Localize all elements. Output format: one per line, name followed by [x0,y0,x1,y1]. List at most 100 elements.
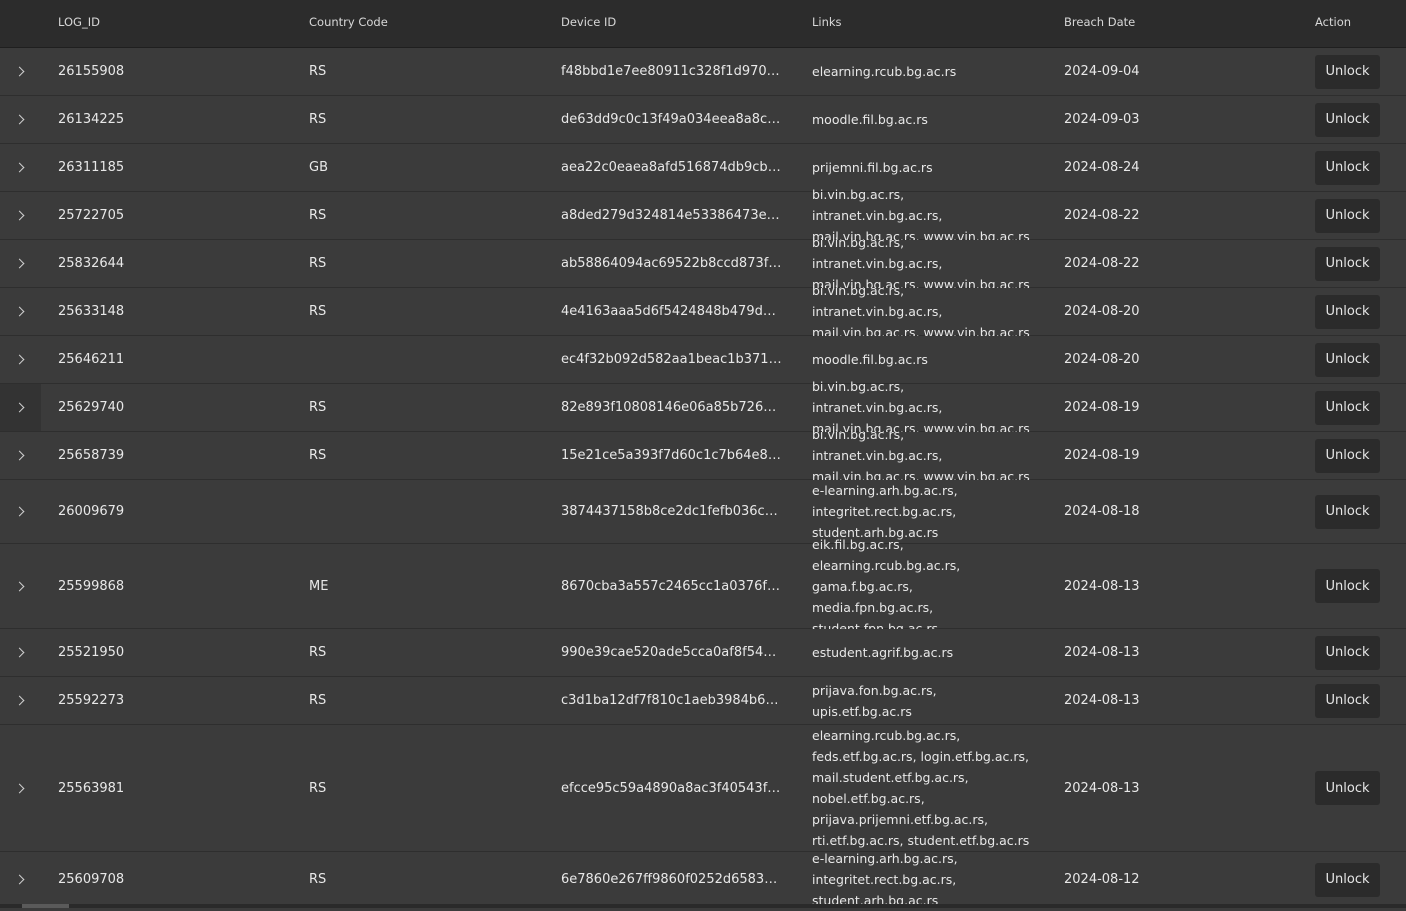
unlock-button[interactable]: Unlock [1315,246,1380,281]
device-id: 4e4163aaa5d6f5424848b479d5e... [561,304,783,319]
unlock-button[interactable]: Unlock [1315,683,1380,718]
country-code: RS [309,112,327,127]
unlock-button[interactable]: Unlock [1315,102,1380,137]
table-row[interactable]: 25599868 ME 8670cba3a557c2465cc1a0376f70..… [0,537,1406,636]
scrollbar-thumb[interactable] [22,904,69,908]
breach-date: 2024-08-20 [1064,304,1140,319]
device-id: a8ded279d324814e53386473ea... [561,208,783,223]
column-header-country-code[interactable]: Country Code [309,0,388,44]
log-id-cell: 25609708 [58,852,288,907]
table-row[interactable]: 26134225 RS de63dd9c0c13f49a034eea8a8ce2..… [0,96,1406,144]
table-row[interactable]: 26311185 GB aea22c0eaea8afd516874db9cb6...… [0,144,1406,192]
table-row[interactable]: 25722705 RS a8ded279d324814e53386473ea... b… [0,187,1406,244]
log-id: 25832644 [58,256,125,271]
country-code: RS [309,208,327,223]
expand-row-button[interactable] [0,144,41,191]
device-id: 15e21ce5a393f7d60c1c7b64e80b... [561,448,783,463]
table-row[interactable]: 26009679 3874437158b8ce2dc1fefb036ca5... e… [0,480,1406,544]
expand-row-button[interactable] [0,725,41,851]
unlock-button[interactable]: Unlock [1315,438,1380,473]
log-id: 26134225 [58,112,125,127]
action-cell: Unlock [1315,725,1395,851]
expand-row-button[interactable] [0,336,41,383]
expand-row-button[interactable] [0,96,41,143]
log-id: 25629740 [58,400,125,415]
country-code: ME [309,578,329,594]
expand-row-button[interactable] [0,852,41,907]
log-id: 25521950 [58,645,125,660]
table-row[interactable]: 25633148 RS 4e4163aaa5d6f5424848b479d5e...… [0,283,1406,340]
breach-date-cell: 2024-08-19 [1064,384,1264,431]
log-id-cell: 25629740 [58,384,288,431]
country-code-cell: RS [309,48,539,95]
expand-row-button[interactable] [0,288,41,335]
log-id: 25592273 [58,693,125,708]
unlock-button[interactable]: Unlock [1315,569,1380,603]
action-cell: Unlock [1315,480,1395,543]
links-text: moodle.fil.bg.ac.rs [812,112,928,127]
device-id: 6e7860e267ff9860f0252d6583b... [561,872,783,887]
country-code-cell [309,336,539,383]
table-row[interactable]: 26155908 RS f48bbd1e7ee80911c328f1d970dcc.… [0,48,1406,96]
action-cell: Unlock [1315,192,1395,239]
expand-row-button[interactable] [0,192,41,239]
country-code: RS [309,304,327,319]
chevron-right-icon [14,581,24,591]
device-id-cell: efcce95c59a4890a8ac3f40543f4... [561,725,791,851]
country-code-cell: RS [309,192,539,239]
expand-row-button[interactable] [0,240,41,287]
table-row[interactable]: 25832644 RS ab58864094ac69522b8ccd873f3...… [0,235,1406,292]
unlock-button[interactable]: Unlock [1315,390,1380,425]
links-text: e-learning.arh.bg.ac.rs, integritet.rect… [812,851,958,908]
table-row[interactable]: 25609708 RS 6e7860e267ff9860f0252d6583b...… [0,851,1406,908]
device-id-cell: 990e39cae520ade5cca0af8f549... [561,629,791,676]
expand-row-button[interactable] [0,629,41,676]
breach-date: 2024-09-04 [1064,64,1140,79]
column-header-device-id[interactable]: Device ID [561,0,616,44]
log-id-cell: 26009679 [58,480,288,543]
column-header-links[interactable]: Links [812,0,842,44]
unlock-button[interactable]: Unlock [1315,294,1380,329]
expand-row-button[interactable] [0,480,41,543]
unlock-button[interactable]: Unlock [1315,342,1380,377]
table-row[interactable]: 25646211 ec4f32b092d582aa1beac1b3712ee...… [0,336,1406,384]
log-id-cell: 25832644 [58,240,288,287]
column-header-log-id[interactable]: LOG_ID [58,0,100,44]
unlock-button[interactable]: Unlock [1315,862,1380,897]
log-id: 25646211 [58,352,125,367]
country-code-cell: RS [309,432,539,479]
log-id: 25633148 [58,304,125,319]
table-row[interactable]: 25563981 RS efcce95c59a4890a8ac3f40543f4..… [0,725,1406,852]
log-id: 26009679 [58,504,125,519]
log-id-cell: 25658739 [58,432,288,479]
breach-date-cell: 2024-08-12 [1064,852,1264,907]
expand-row-button[interactable] [0,432,41,479]
expand-row-button[interactable] [0,677,41,724]
breach-date-cell: 2024-09-03 [1064,96,1264,143]
breach-date-cell: 2024-09-04 [1064,48,1264,95]
table-row[interactable]: 25629740 RS 82e893f10808146e06a85b7269... b… [0,379,1406,436]
log-id: 26155908 [58,64,125,79]
table-row[interactable]: 25521950 RS 990e39cae520ade5cca0af8f549...… [0,629,1406,677]
links-cell: eik.fil.bg.ac.rs, elearning.rcub.bg.ac.r… [812,537,1037,636]
expand-row-button[interactable] [0,384,41,431]
expand-row-button[interactable] [0,544,41,628]
table-row[interactable]: 25592273 RS c3d1ba12df7f810c1aeb3984b6edd.… [0,677,1406,725]
expand-row-button[interactable] [0,48,41,95]
unlock-button[interactable]: Unlock [1315,198,1380,233]
horizontal-scrollbar[interactable] [0,904,1406,908]
device-id-cell: 15e21ce5a393f7d60c1c7b64e80b... [561,432,791,479]
links-text: bi.vin.bg.ac.rs, intranet.vin.bg.ac.rs, … [812,427,1030,484]
unlock-button[interactable]: Unlock [1315,54,1380,89]
column-header-breach-date[interactable]: Breach Date [1064,0,1135,44]
unlock-button[interactable]: Unlock [1315,150,1380,185]
links-text: prijava.fon.bg.ac.rs, upis.etf.bg.ac.rs [812,682,937,719]
table-row[interactable]: 25658739 RS 15e21ce5a393f7d60c1c7b64e80b..… [0,427,1406,484]
unlock-button[interactable]: Unlock [1315,771,1380,805]
unlock-button[interactable]: Unlock [1315,494,1380,529]
unlock-button[interactable]: Unlock [1315,635,1380,670]
country-code: RS [309,400,327,415]
action-cell: Unlock [1315,432,1395,479]
device-id: 3874437158b8ce2dc1fefb036ca5... [561,504,783,519]
device-id-cell: 6e7860e267ff9860f0252d6583b... [561,852,791,907]
